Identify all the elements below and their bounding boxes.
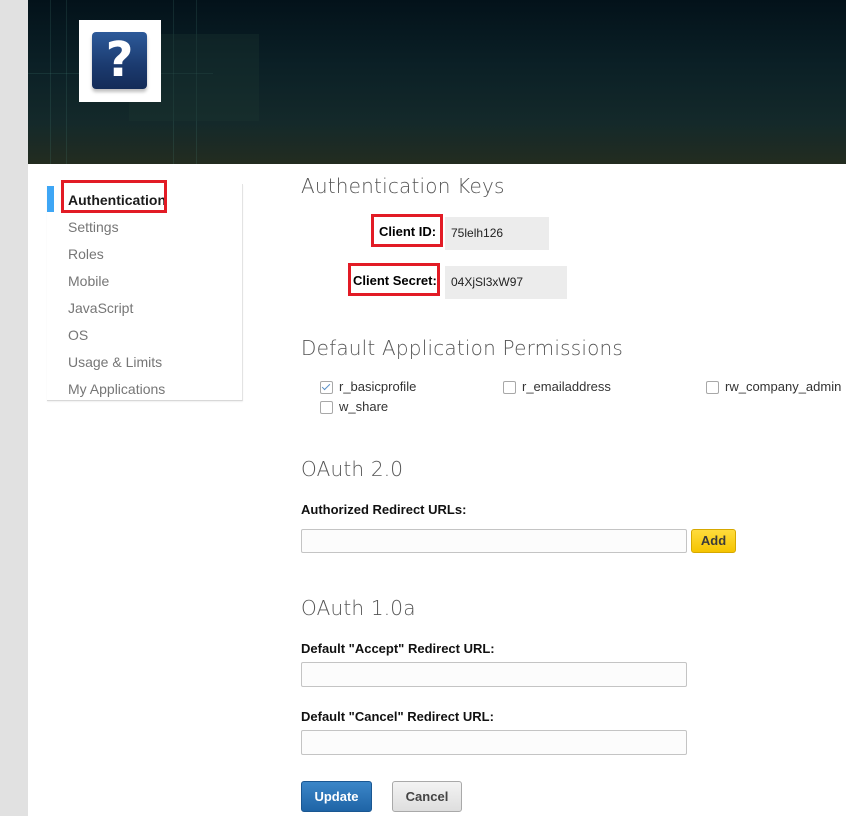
cancel-redirect-input[interactable] — [301, 730, 687, 755]
left-margin-strip — [0, 0, 29, 816]
question-mark-logo-icon: ? — [105, 32, 134, 88]
header-banner: ? — [28, 0, 846, 164]
checkbox-w-share[interactable] — [320, 401, 333, 414]
sidebar-item-os[interactable]: OS — [68, 326, 88, 344]
oauth2-heading: OAuth 2.0 — [301, 457, 404, 481]
sidebar-item-my-applications[interactable]: My Applications — [68, 380, 165, 398]
app-logo[interactable]: ? — [79, 20, 161, 102]
checkbox-r-emailaddress[interactable] — [503, 381, 516, 394]
permission-label-rw-company-admin: rw_company_admin — [725, 379, 842, 394]
accept-redirect-label: Default "Accept" Redirect URL: — [301, 641, 495, 656]
accept-redirect-input[interactable] — [301, 662, 687, 687]
client-secret-value[interactable]: 04XjSl3xW97 — [445, 266, 567, 299]
auth-keys-heading: Authentication Keys — [301, 174, 505, 198]
client-id-value[interactable]: 75lelh126 — [445, 217, 549, 250]
checkbox-r-basicprofile[interactable] — [320, 381, 333, 394]
active-indicator — [47, 186, 54, 212]
page: ? Authentication Settings Roles Mobile J… — [28, 0, 846, 816]
permissions-heading: Default Application Permissions — [301, 336, 624, 360]
add-redirect-url-button[interactable]: Add — [691, 529, 736, 553]
checkbox-rw-company-admin[interactable] — [706, 381, 719, 394]
redirect-urls-label: Authorized Redirect URLs: — [301, 502, 467, 517]
update-button[interactable]: Update — [301, 781, 372, 812]
sidebar-nav: Authentication Settings Roles Mobile Jav… — [47, 184, 243, 401]
redirect-url-input[interactable] — [301, 529, 687, 553]
permission-label-w-share: w_share — [339, 399, 389, 414]
cancel-redirect-label: Default "Cancel" Redirect URL: — [301, 709, 494, 724]
cancel-button[interactable]: Cancel — [392, 781, 462, 812]
sidebar-item-javascript[interactable]: JavaScript — [68, 299, 133, 317]
permission-label-r-emailaddress: r_emailaddress — [522, 379, 611, 394]
highlight-box-authentication — [61, 180, 167, 213]
highlight-box-client-secret — [348, 263, 440, 296]
permission-label-r-basicprofile: r_basicprofile — [339, 379, 417, 394]
oauth1-heading: OAuth 1.0a — [301, 596, 416, 620]
sidebar-item-settings[interactable]: Settings — [68, 218, 119, 236]
sidebar-item-roles[interactable]: Roles — [68, 245, 104, 263]
sidebar-item-usage-limits[interactable]: Usage & Limits — [68, 353, 162, 371]
sidebar-item-mobile[interactable]: Mobile — [68, 272, 109, 290]
highlight-box-client-id — [371, 214, 443, 247]
